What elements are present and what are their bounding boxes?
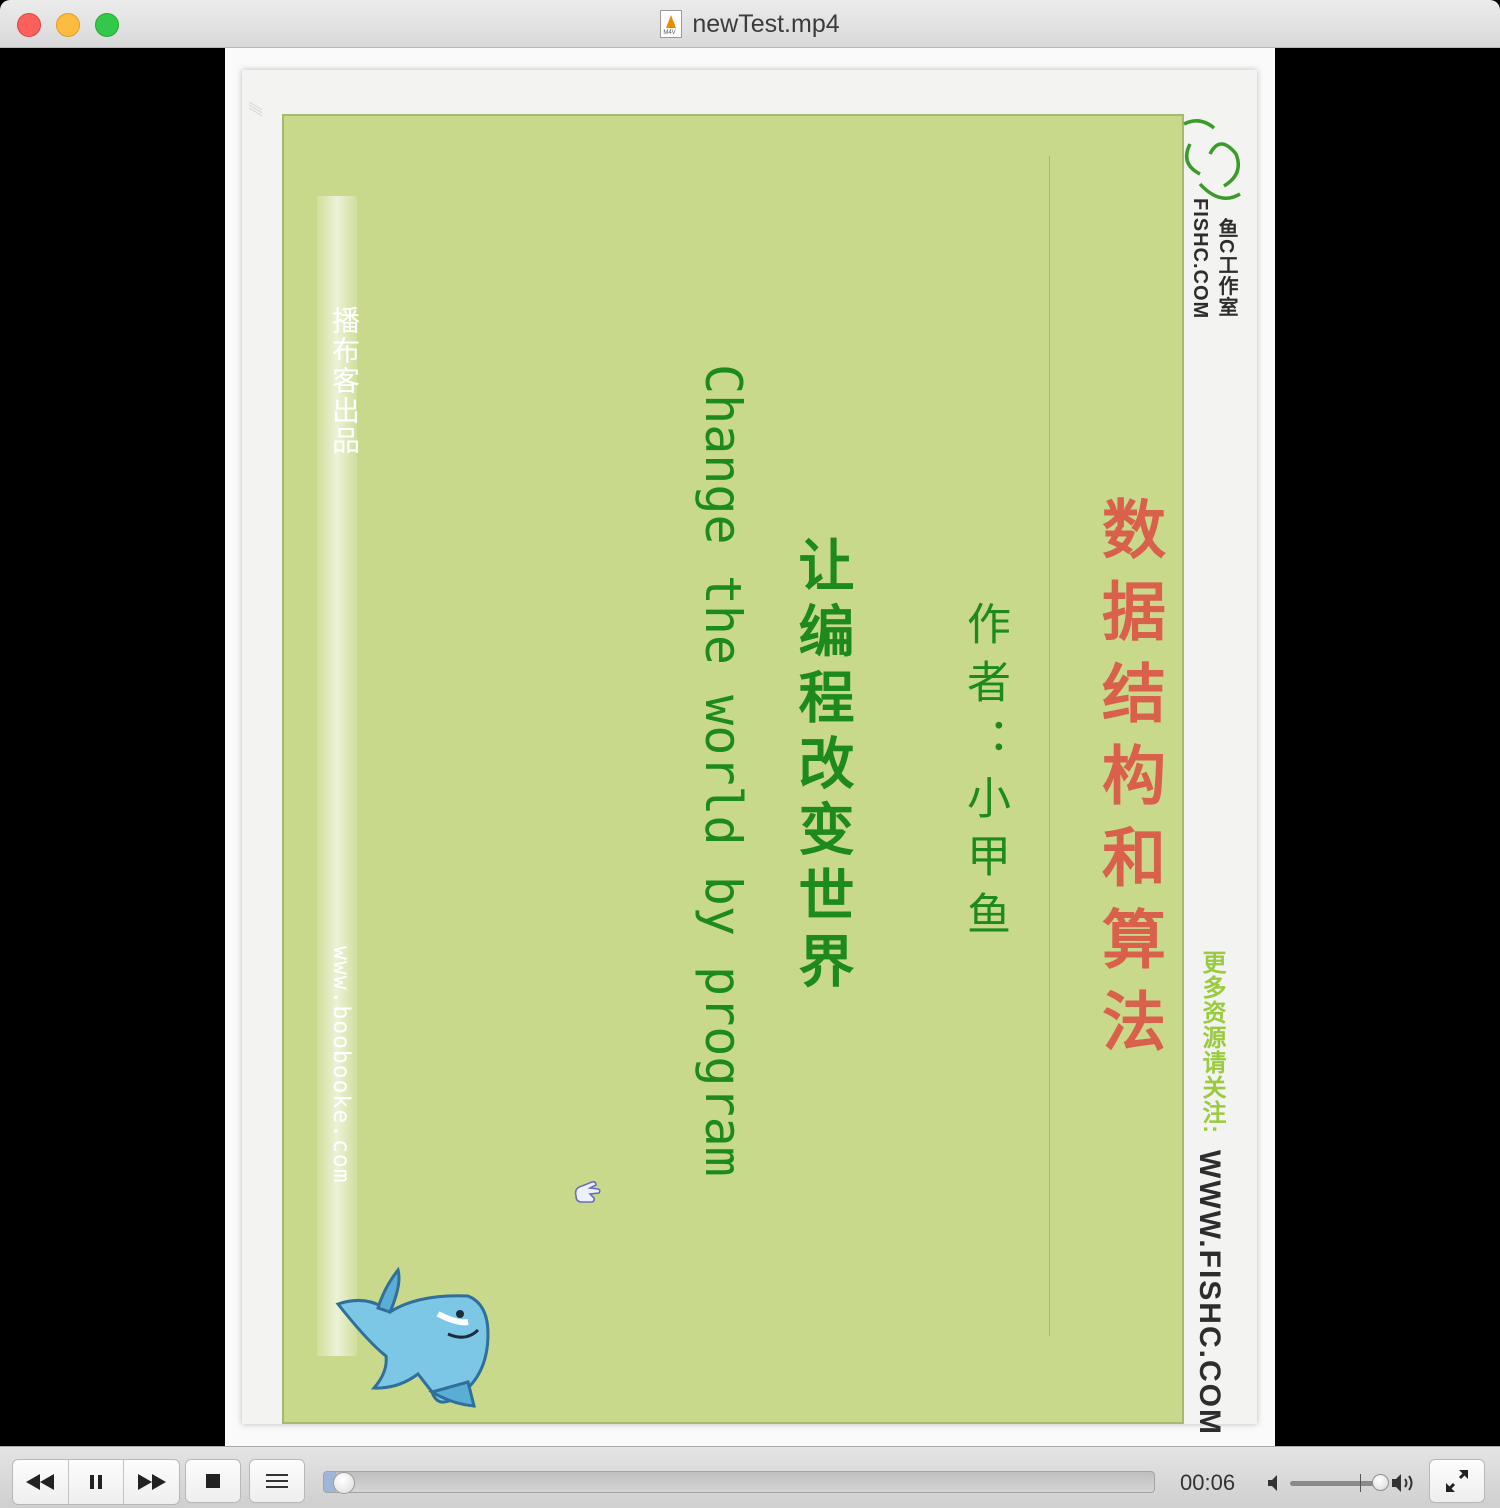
slide-title: 数据结构和算法 bbox=[1091, 496, 1166, 1070]
hand-cursor-icon bbox=[574, 1181, 601, 1203]
playlist-icon bbox=[266, 1474, 288, 1488]
author-line: 作者：小甲鱼 bbox=[959, 601, 1010, 949]
title-bar: M4V newTest.mp4 bbox=[0, 0, 1500, 48]
video-file-icon: M4V bbox=[660, 10, 683, 38]
divider-line bbox=[1049, 156, 1050, 1336]
brand-name: 鱼C工作室 bbox=[1215, 218, 1237, 318]
strip-publisher-text: 播布客出品 bbox=[329, 306, 360, 456]
playback-control-bar: 00:06 bbox=[0, 1446, 1500, 1508]
video-frame: ⁄⁄⁄ 播布客出品 www.boobooke.com 数据结构和算法 作者：小甲… bbox=[225, 48, 1275, 1446]
seek-bar[interactable] bbox=[323, 1471, 1155, 1493]
video-area[interactable]: ⁄⁄⁄ 播布客出品 www.boobooke.com 数据结构和算法 作者：小甲… bbox=[0, 48, 1500, 1446]
volume-handle[interactable] bbox=[1372, 1474, 1389, 1491]
fullscreen-button[interactable] bbox=[1429, 1459, 1485, 1503]
rewind-icon bbox=[26, 1474, 55, 1490]
slide-paper: ⁄⁄⁄ 播布客出品 www.boobooke.com 数据结构和算法 作者：小甲… bbox=[242, 70, 1257, 1436]
fast-forward-icon bbox=[137, 1474, 166, 1490]
strip-url-text: www.boobooke.com bbox=[328, 946, 354, 1184]
transport-buttons bbox=[12, 1459, 180, 1505]
playlist-button[interactable] bbox=[249, 1459, 305, 1503]
brand-domain: FISHC.COM bbox=[1189, 198, 1211, 320]
volume-slider-tick bbox=[1360, 1474, 1361, 1492]
volume-low-icon[interactable] bbox=[1266, 1473, 1286, 1493]
stop-icon bbox=[206, 1474, 220, 1488]
window-title-group: M4V newTest.mp4 bbox=[0, 8, 1500, 40]
website-text: WWW.FISHC.COM bbox=[1193, 1150, 1226, 1436]
seek-handle[interactable] bbox=[333, 1472, 355, 1494]
fullscreen-icon bbox=[1445, 1469, 1469, 1493]
file-type-tag: M4V bbox=[663, 30, 676, 36]
elapsed-time[interactable]: 00:06 bbox=[1180, 1470, 1235, 1496]
pause-button[interactable] bbox=[69, 1460, 125, 1504]
motto-chinese: 让编程改变世界 bbox=[789, 536, 855, 998]
fast-forward-button[interactable] bbox=[124, 1460, 179, 1504]
follow-text: 更多资源请关注: bbox=[1198, 950, 1225, 1134]
stop-button[interactable] bbox=[185, 1459, 241, 1503]
edge-marks: ⁄⁄⁄ bbox=[245, 105, 265, 115]
shark-mascot-icon bbox=[335, 1266, 490, 1408]
volume-high-icon[interactable] bbox=[1390, 1471, 1416, 1495]
rewind-button[interactable] bbox=[13, 1460, 69, 1504]
slide-panel: 播布客出品 www.boobooke.com 数据结构和算法 作者：小甲鱼 让编… bbox=[282, 114, 1184, 1424]
motto-english: Change the world by program bbox=[694, 364, 752, 1177]
window-title: newTest.mp4 bbox=[692, 9, 840, 38]
pause-icon bbox=[90, 1475, 102, 1489]
